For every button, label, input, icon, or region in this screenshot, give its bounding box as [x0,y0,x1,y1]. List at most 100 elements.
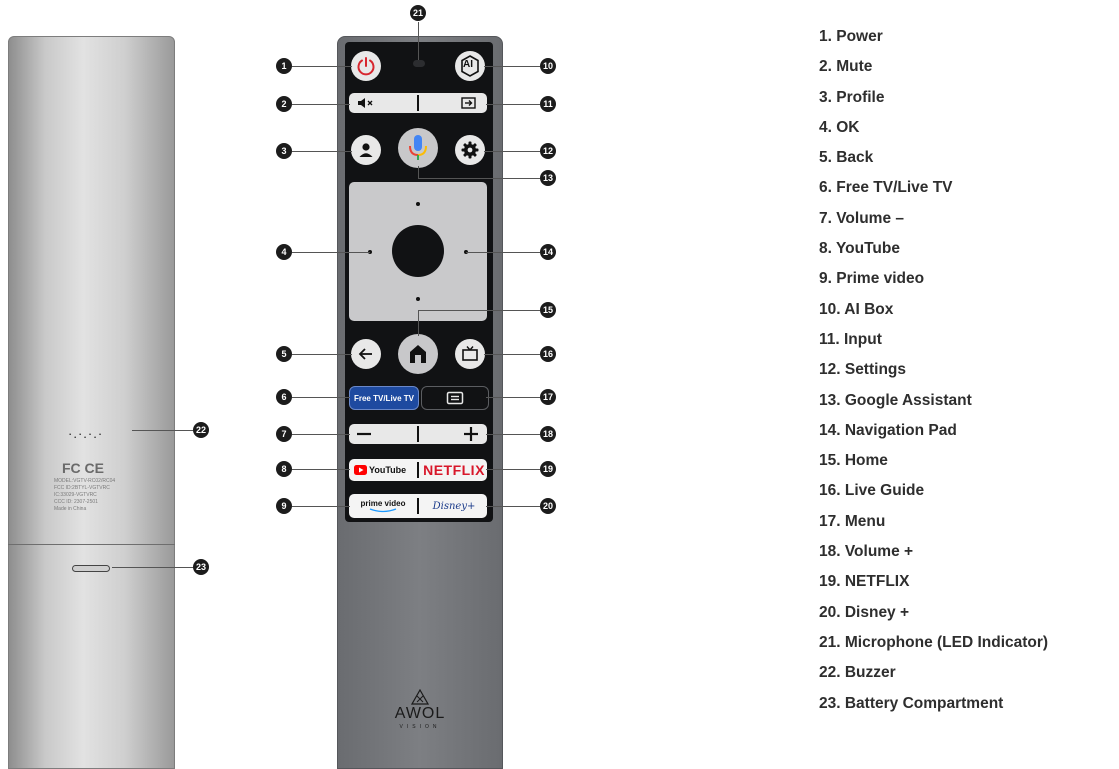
arrow-left-icon [358,348,372,360]
legend-item: 20. Disney + [819,603,910,621]
leader-15-drop [418,310,419,336]
leader-17 [486,397,540,398]
tv-icon [462,346,478,361]
ok-button[interactable] [392,225,444,277]
menu-icon [446,391,464,405]
callout-10: 10 [540,58,556,74]
prime-smile-icon [369,508,397,513]
brand-name: AWOL [394,705,446,722]
menu-button[interactable] [421,386,489,410]
netflix-label: NETFLIX [423,462,485,478]
input-button[interactable] [460,95,478,111]
ai-box-label: AI [463,59,473,70]
home-button[interactable] [398,334,438,374]
callout-4: 4 [276,244,292,260]
callout-1: 1 [276,58,292,74]
ai-box-button[interactable]: AI [455,51,485,81]
leader-11 [486,104,540,105]
leader-1 [292,66,352,67]
leader-15 [418,310,540,311]
mic-led [413,60,425,67]
leader-13-drop [418,166,419,179]
leader-18 [486,434,540,435]
disney-button[interactable]: Disney+ [424,496,484,516]
brand-sub: VISION [399,724,441,730]
legend-item: 8. YouTube [819,240,900,258]
power-button[interactable] [351,51,381,81]
brand-logo: AWOL VISION [389,689,451,730]
live-guide-button[interactable] [455,339,485,369]
power-icon [357,57,375,76]
disney-label: Disney+ [432,500,476,512]
leader-4 [292,252,370,253]
legend-item: 23. Battery Compartment [819,694,1004,712]
youtube-button[interactable]: YouTube [354,461,412,479]
callout-7: 7 [276,426,292,442]
callout-6: 6 [276,389,292,405]
legend-item: 12. Settings [819,361,906,379]
legend-item: 15. Home [819,452,888,470]
callout-3: 3 [276,143,292,159]
profile-button[interactable] [351,135,381,165]
callout-8: 8 [276,461,292,477]
cert-line: Made in China [54,506,87,512]
streaming-divider-2 [417,498,419,514]
volume-divider [417,426,419,442]
mute-icon [358,98,373,108]
leader-6 [292,397,350,398]
legend-item: 22. Buzzer [819,664,896,682]
nav-down-dot [416,297,420,301]
youtube-icon [354,465,367,475]
legend-item: 9. Prime video [819,270,925,288]
legend-item: 11. Input [819,330,882,348]
battery-cover-seam [8,544,175,545]
callout-15: 15 [540,302,556,318]
callout-13: 13 [540,170,556,186]
legend-item: 10. AI Box [819,300,894,318]
settings-button[interactable] [455,135,485,165]
callout-16: 16 [540,346,556,362]
netflix-button[interactable]: NETFLIX [423,460,485,480]
input-icon [461,97,476,109]
legend-item: 13. Google Assistant [819,391,972,409]
free-tv-button[interactable]: Free TV/Live TV [349,386,419,410]
free-tv-label: Free TV/Live TV [353,393,415,403]
legend-item: 4. OK [819,118,860,136]
callout-11: 11 [540,96,556,112]
legend-item: 3. Profile [819,88,885,106]
streaming-divider [417,462,419,478]
legend-item: 21. Microphone (LED Indicator) [819,633,1049,651]
volume-plus-button[interactable] [462,426,480,442]
prime-video-button[interactable]: prime video [354,496,412,516]
youtube-label: YouTube [369,465,407,475]
plus-icon [464,427,478,441]
user-icon [359,143,373,157]
legend-item: 14. Navigation Pad [819,421,957,439]
leader-20 [486,506,540,507]
callout-20: 20 [540,498,556,514]
callout-23: 23 [193,559,209,575]
leader-2 [292,104,350,105]
minus-icon [357,432,371,436]
legend-item: 16. Live Guide [819,482,925,500]
legend-item: 19. NETFLIX [819,573,910,591]
google-assistant-button[interactable] [398,128,438,168]
mute-button[interactable] [356,95,376,111]
leader-22 [132,430,194,431]
awol-mark-icon [411,689,429,705]
callout-5: 5 [276,346,292,362]
cert-marks: FC CE [62,460,104,476]
back-button[interactable] [351,339,381,369]
legend-item: 5. Back [819,149,874,167]
volume-minus-button[interactable] [355,426,373,442]
cert-line: FCC ID:2BTYL-VGTVRC [54,485,110,491]
home-icon [410,345,426,363]
leader-13 [418,178,540,179]
leader-9 [292,506,350,507]
nav-up-dot [416,202,420,206]
leader-19 [486,469,540,470]
callout-14: 14 [540,244,556,260]
pill-divider [417,95,419,111]
leader-23 [112,567,194,568]
callout-22: 22 [193,422,209,438]
